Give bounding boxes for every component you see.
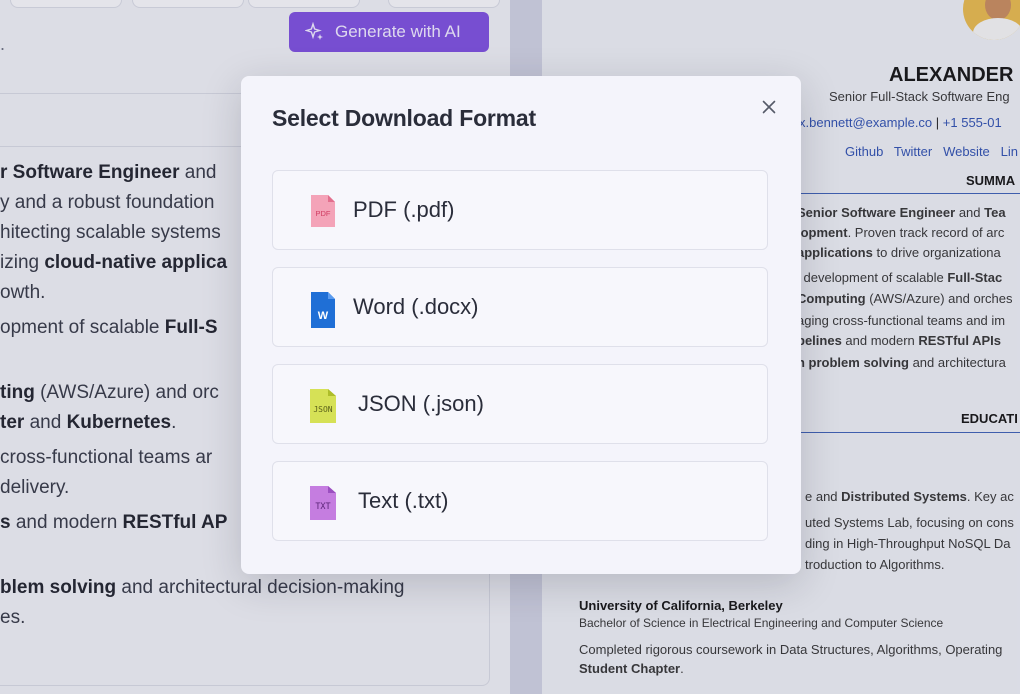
format-option-label: Text (.txt) — [358, 488, 449, 513]
close-button[interactable] — [755, 93, 783, 121]
json-file-icon: JSON — [310, 389, 336, 423]
word-file-icon: W — [311, 292, 335, 328]
dialog-title: Select Download Format — [272, 105, 536, 131]
format-option-label: Word (.docx) — [353, 294, 479, 319]
format-option-word[interactable]: W Word (.docx) — [272, 267, 768, 347]
format-option-pdf[interactable]: PDF PDF (.pdf) — [272, 170, 768, 250]
format-option-text[interactable]: TXT Text (.txt) — [272, 461, 768, 541]
svg-text:PDF: PDF — [316, 209, 331, 218]
format-option-label: PDF (.pdf) — [353, 197, 455, 222]
close-icon — [762, 100, 776, 114]
format-option-json[interactable]: JSON JSON (.json) — [272, 364, 768, 444]
format-option-label: JSON (.json) — [358, 391, 484, 416]
pdf-file-icon: PDF — [311, 195, 335, 227]
svg-text:W: W — [318, 310, 329, 322]
svg-text:JSON: JSON — [313, 405, 332, 414]
download-format-dialog: Select Download Format PDF PDF (.pdf) W … — [241, 76, 801, 574]
txt-file-icon: TXT — [310, 486, 336, 520]
svg-text:TXT: TXT — [315, 502, 330, 512]
